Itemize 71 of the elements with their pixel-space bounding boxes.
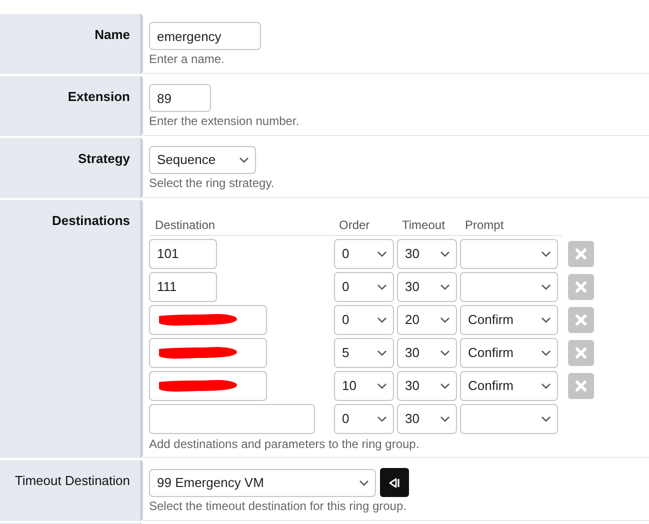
column-header: Order	[339, 216, 371, 234]
destination-field[interactable]: 111	[149, 272, 217, 302]
timeout-select[interactable]: 30	[397, 272, 457, 302]
delete-button[interactable]	[568, 372, 594, 398]
close-icon	[575, 346, 587, 358]
destination-field[interactable]	[149, 404, 315, 434]
field-label: Name	[94, 27, 130, 42]
prompt-select[interactable]: Confirm	[460, 338, 558, 368]
delete-button[interactable]	[568, 240, 594, 266]
order-select[interactable]: 0	[334, 304, 394, 334]
text-field[interactable]: emergency	[149, 22, 261, 50]
order-select[interactable]: 0	[334, 272, 394, 302]
chevron-icon	[541, 284, 551, 290]
chevron-icon	[377, 416, 387, 422]
column-header: Prompt	[465, 216, 504, 234]
hint-text: Select the timeout destination for this ring group.	[149, 499, 408, 514]
prompt-select[interactable]	[460, 272, 558, 302]
chevron-icon	[541, 382, 551, 388]
prompt-select[interactable]: Confirm	[460, 304, 558, 334]
chevron-icon	[377, 250, 387, 256]
delete-button[interactable]	[568, 274, 594, 300]
column-header: Timeout	[402, 216, 446, 234]
order-select[interactable]: 0	[334, 238, 394, 268]
timeout-select[interactable]: 30	[397, 404, 457, 434]
chevron-icon	[440, 350, 450, 356]
destination-field[interactable]: 101	[149, 238, 217, 268]
back-button[interactable]	[380, 468, 409, 497]
order-select[interactable]: 5	[334, 338, 394, 368]
hint-text: Select the ring strategy.	[149, 176, 276, 191]
chevron-icon	[377, 350, 387, 356]
timeout-select[interactable]: 30	[397, 370, 457, 400]
timeout-select[interactable]: 30	[397, 238, 457, 268]
prompt-select[interactable]	[460, 238, 558, 268]
prompt-select[interactable]	[460, 404, 558, 434]
delete-button[interactable]	[568, 340, 594, 366]
field-label: Destinations	[52, 213, 130, 228]
chevron-icon	[239, 157, 249, 163]
chevron-icon	[541, 250, 551, 256]
chevron-icon	[440, 416, 450, 422]
prompt-select[interactable]: Confirm	[460, 370, 558, 400]
chevron-icon	[377, 284, 387, 290]
chevron-icon	[541, 416, 551, 422]
close-icon	[575, 280, 587, 292]
hint-text: Add destinations and parameters to the ring group.	[149, 437, 420, 452]
chevron-icon	[359, 480, 369, 486]
delete-button[interactable]	[568, 306, 594, 332]
text-field[interactable]: 89	[149, 84, 211, 112]
order-select[interactable]: 10	[334, 370, 394, 400]
timeout-select[interactable]: 30	[397, 338, 457, 368]
order-select[interactable]: 0	[334, 404, 394, 434]
chevron-icon	[541, 350, 551, 356]
field-label: Strategy	[78, 151, 130, 166]
close-icon	[575, 380, 587, 392]
chevron-icon	[440, 284, 450, 290]
timeout-select[interactable]: 20	[397, 304, 457, 334]
chevron-icon	[440, 250, 450, 256]
strategy-select[interactable]: Sequence	[149, 146, 256, 174]
chevron-icon	[541, 316, 551, 322]
chevron-icon	[377, 316, 387, 322]
chevron-icon	[440, 316, 450, 322]
triangle-left-icon	[389, 478, 400, 488]
hint-text: Enter the extension number.	[149, 114, 300, 129]
destination-select[interactable]: 99 Emergency VM	[149, 468, 376, 496]
chevron-icon	[440, 382, 450, 388]
close-icon	[575, 314, 587, 326]
close-icon	[575, 248, 587, 260]
chevron-icon	[377, 382, 387, 388]
field-label: Timeout Destination	[14, 473, 130, 488]
column-header: Destination	[154, 216, 216, 234]
field-label: Extension	[68, 89, 130, 104]
hint-text: Enter a name.	[149, 52, 226, 67]
